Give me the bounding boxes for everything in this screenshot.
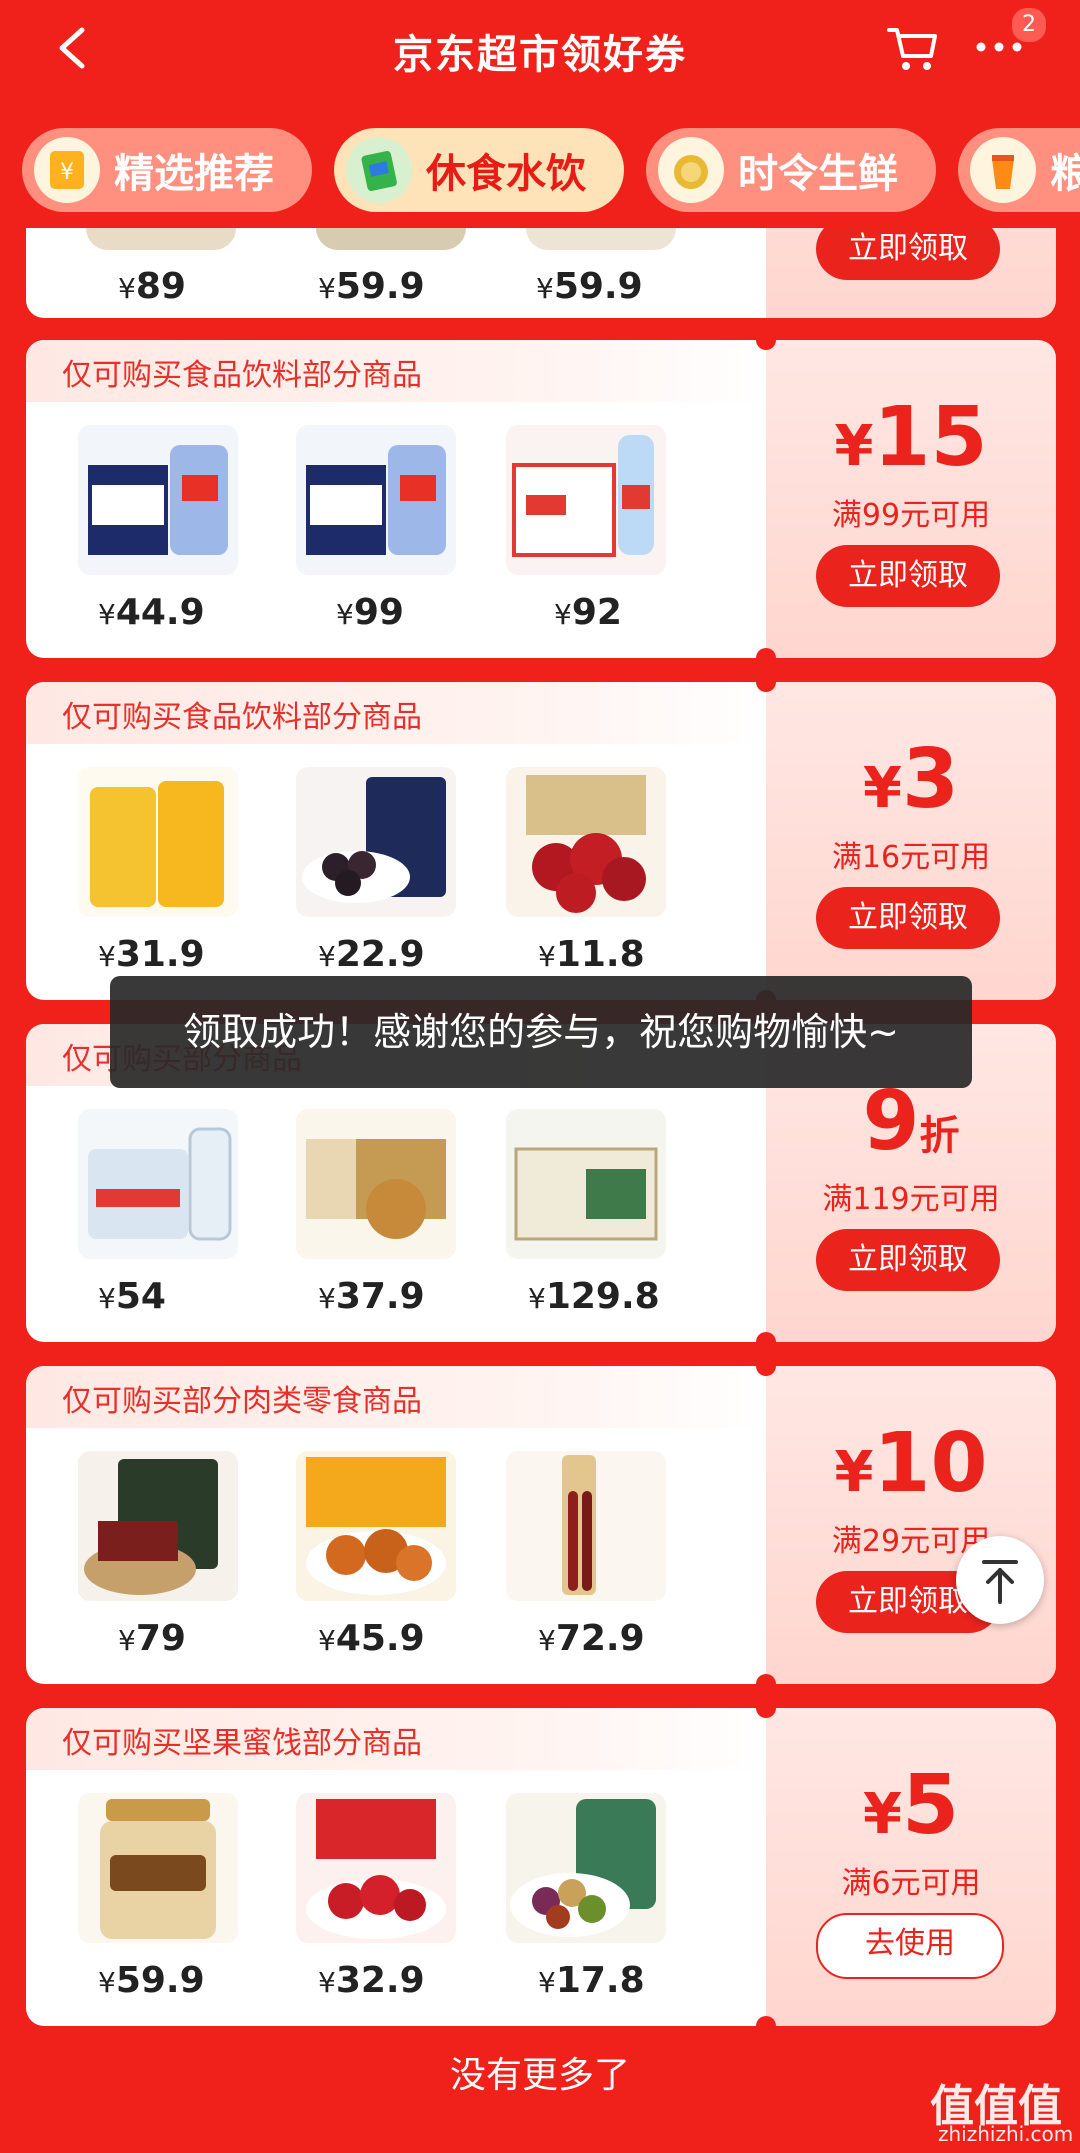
card-notch: [756, 330, 776, 350]
product-thumb[interactable]: [296, 425, 456, 575]
success-toast: 领取成功！感谢您的参与，祝您购物愉快~: [110, 976, 972, 1088]
coupon-condition: 满6元可用: [841, 1866, 981, 1901]
product-price: ¥54: [98, 1276, 166, 1317]
claim-button[interactable]: 立即领取: [816, 887, 1000, 949]
coupon-card: ¥5 满6元可用 去使用 仅可购买坚果蜜饯部分商品 ¥59.9 ¥32.9 ¥1…: [26, 1698, 1080, 2036]
product-price: ¥32.9: [318, 1960, 425, 2001]
tab-label: 休食水饮: [426, 151, 586, 197]
card-notch: [756, 1698, 776, 1718]
back-to-top-button[interactable]: [956, 1536, 1044, 1624]
coupon-value-panel: ¥10 满29元可用 立即领取: [766, 1366, 1056, 1684]
product-price: ¥59.9: [318, 266, 425, 307]
product-thumb[interactable]: [506, 1109, 666, 1259]
use-now-button[interactable]: 去使用: [816, 1913, 1004, 1979]
coupon-amount: ¥10: [834, 1416, 988, 1511]
coupon-scope: 仅可购买食品饮料部分商品: [26, 340, 766, 402]
product-thumb[interactable]: [506, 767, 666, 917]
coupon-amount: ¥5: [862, 1758, 960, 1853]
product-price: ¥79: [118, 1618, 186, 1659]
product-thumb[interactable]: [86, 228, 236, 250]
snack-bag-icon: [346, 137, 412, 203]
product-thumb[interactable]: [506, 1793, 666, 1943]
card-notch: [756, 2016, 776, 2036]
tab-grain[interactable]: 粮: [958, 128, 1080, 212]
product-price: ¥129.8: [528, 1276, 660, 1317]
product-price: ¥59.9: [536, 266, 643, 307]
arrow-up-icon: [982, 1560, 1018, 1604]
tab-featured[interactable]: ¥ 精选推荐: [22, 128, 312, 212]
product-price: ¥59.9: [98, 1960, 205, 2001]
coupon-amount: ¥15: [834, 390, 988, 485]
coupon-card: ¥3 满16元可用 立即领取 仅可购买食品饮料部分商品 ¥31.9 ¥22.9 …: [26, 672, 1080, 1010]
product-thumb[interactable]: [296, 1451, 456, 1601]
coupon-card-partial: ¥89 ¥59.9 ¥59.9 立即领取: [26, 228, 1056, 318]
product-thumb[interactable]: [78, 1451, 238, 1601]
end-of-list-text: 没有更多了: [449, 2055, 630, 2096]
tab-label: 粮: [1050, 151, 1080, 197]
coupon-amount: ¥3: [862, 732, 960, 827]
product-price: ¥17.8: [538, 1960, 645, 2001]
claim-button[interactable]: 立即领取: [816, 1229, 1000, 1291]
card-notch: [756, 672, 776, 692]
coupon-scope: 仅可购买食品饮料部分商品: [26, 682, 766, 744]
product-thumb[interactable]: [78, 767, 238, 917]
category-tabs: ¥ 精选推荐 休食水饮 时令生鲜 粮: [0, 118, 1080, 218]
coupon-amount: 9折: [862, 1074, 960, 1169]
notification-badge: 2: [1010, 6, 1048, 44]
coupon-value-panel: ¥15 满99元可用 立即领取: [766, 340, 1056, 658]
tab-label: 精选推荐: [114, 151, 274, 197]
svg-text:¥: ¥: [60, 160, 74, 185]
product-price: ¥44.9: [98, 592, 205, 633]
product-price: ¥22.9: [318, 934, 425, 975]
product-thumb[interactable]: [506, 1451, 666, 1601]
tab-snacks-drinks[interactable]: 休食水饮: [334, 128, 624, 212]
product-price: ¥45.9: [318, 1618, 425, 1659]
coupon-card: ¥10 满29元可用 立即领取 仅可购买部分肉类零食商品 ¥79 ¥45.9 ¥…: [26, 1356, 1080, 1694]
claim-button[interactable]: 立即领取: [816, 228, 1000, 280]
card-notch: [756, 648, 776, 668]
claim-button[interactable]: 立即领取: [816, 545, 1000, 607]
card-edge-dots: [1072, 1798, 1080, 1938]
durian-icon: [658, 137, 724, 203]
product-price: ¥92: [554, 592, 622, 633]
card-notch: [756, 1356, 776, 1376]
coupon-condition: 满16元可用: [831, 840, 991, 875]
product-price: ¥89: [118, 266, 186, 307]
card-notch: [756, 1674, 776, 1694]
card-notch: [756, 1332, 776, 1352]
tab-label: 时令生鲜: [738, 151, 898, 197]
product-thumb[interactable]: [78, 1109, 238, 1259]
product-price: ¥31.9: [98, 934, 205, 975]
grain-icon: [970, 137, 1036, 203]
coupon-scope: 仅可购买坚果蜜饯部分商品: [26, 1708, 766, 1770]
card-edge-dots: [1072, 1456, 1080, 1596]
product-thumb[interactable]: [78, 1793, 238, 1943]
coupon-value-panel: ¥5 满6元可用 去使用: [766, 1708, 1056, 2026]
coupon-scope: 仅可购买部分肉类零食商品: [26, 1366, 766, 1428]
cart-icon[interactable]: [885, 20, 941, 76]
product-thumb[interactable]: [296, 1793, 456, 1943]
product-price: ¥11.8: [538, 934, 645, 975]
coupon-icon: ¥: [34, 137, 100, 203]
coupon-value-panel: ¥3 满16元可用 立即领取: [766, 682, 1056, 1000]
product-price: ¥99: [336, 592, 404, 633]
watermark-url: zhizhizhi.com: [938, 2122, 1074, 2146]
coupon-condition: 满99元可用: [831, 498, 991, 533]
product-price: ¥37.9: [318, 1276, 425, 1317]
card-edge-dots: [1072, 1114, 1080, 1254]
card-edge-dots: [1072, 772, 1080, 912]
coupon-card: ¥15 满99元可用 立即领取 仅可购买食品饮料部分商品 ¥44.9 ¥99 ¥…: [26, 330, 1080, 668]
product-thumb[interactable]: [506, 425, 666, 575]
top-bar: 京东超市领好券 2: [0, 0, 1080, 100]
card-edge-dots: [1072, 430, 1080, 570]
coupon-condition: 满119元可用: [822, 1182, 1000, 1217]
product-thumb[interactable]: [526, 228, 676, 250]
product-thumb[interactable]: [296, 767, 456, 917]
product-thumb[interactable]: [316, 228, 466, 250]
product-thumb[interactable]: [78, 425, 238, 575]
product-thumb[interactable]: [296, 1109, 456, 1259]
product-price: ¥72.9: [538, 1618, 645, 1659]
tab-seasonal-fresh[interactable]: 时令生鲜: [646, 128, 936, 212]
